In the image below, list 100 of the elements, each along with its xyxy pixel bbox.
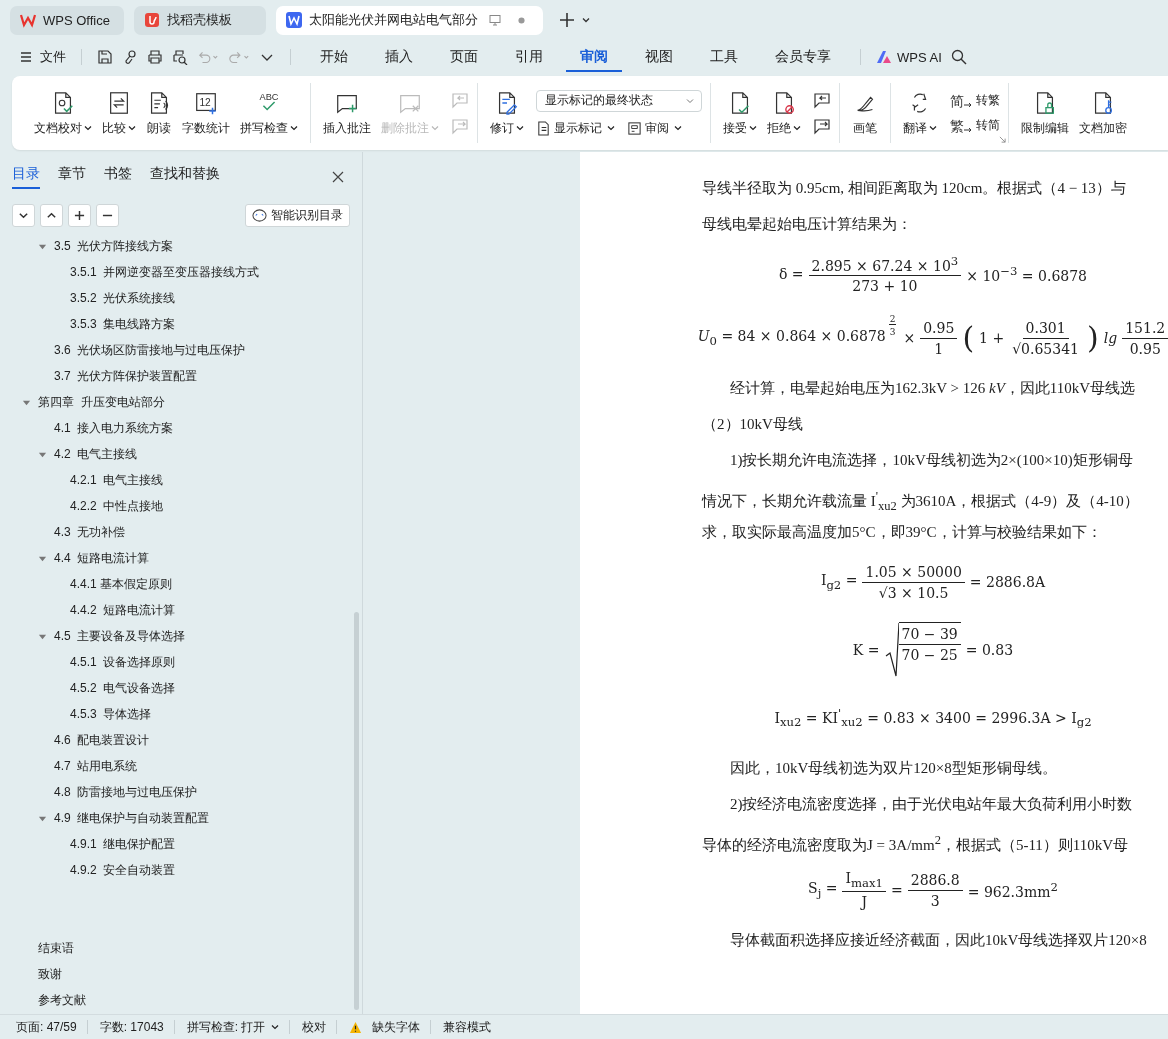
toc-item[interactable]: 4.7 站用电系统 [54, 757, 138, 775]
ribbon-button[interactable]: 翻译 [899, 89, 941, 137]
math-text: = [891, 882, 903, 898]
toc-item[interactable]: 4.3 无功补偿 [54, 523, 126, 541]
toc-item[interactable]: 4.9 继电保护与自动装置配置 [54, 809, 210, 827]
ribbon-tab[interactable]: 开始 [306, 42, 362, 72]
toc-item[interactable]: 3.6 光伏场区防雷接地与过电压保护 [54, 341, 246, 359]
dialog-launcher-icon[interactable] [999, 136, 1006, 143]
sidebar-tab[interactable]: 目录 [12, 165, 40, 189]
ribbon-button[interactable]: 繁 转简 [949, 117, 1000, 134]
toc-item[interactable]: 4.9.2 安全自动装置 [70, 861, 176, 879]
ribbon-button[interactable]: 审阅 [627, 119, 682, 137]
ribbon-button[interactable]: 显示标记 [536, 119, 615, 137]
math-fraction: I$_{max1}$ J [842, 869, 886, 911]
status-item[interactable]: 拼写检查: 打开 [186, 1018, 290, 1036]
toc-item[interactable]: 4.4.2 短路电流计算 [70, 601, 176, 619]
ribbon-tab[interactable]: 审阅 [566, 42, 622, 72]
comment-arrow-left-icon[interactable] [813, 91, 831, 109]
ribbon-tab[interactable]: 插入 [371, 42, 427, 72]
paragraph: 母线电晕起始电压计算结果为： [702, 215, 913, 234]
ribbon-button[interactable]: 文档校对 [30, 89, 96, 137]
status-item[interactable]: 缺失字体 [349, 1018, 431, 1036]
comment-arrow-right-icon[interactable] [813, 117, 831, 135]
ribbon-tab[interactable]: 引用 [501, 42, 557, 72]
toc-item[interactable]: 参考文献 [38, 991, 86, 1009]
expand-button[interactable] [12, 204, 35, 227]
status-item[interactable]: 校对 [302, 1018, 337, 1036]
toc-item[interactable]: 4.6 配电装置设计 [54, 731, 150, 749]
close-icon[interactable] [332, 171, 344, 183]
toc-item[interactable]: 3.5.1 并网逆变器至变压器接线方式 [70, 263, 260, 281]
ai-button[interactable]: WPS AI [876, 49, 942, 65]
caret-icon [749, 124, 757, 132]
toc-item[interactable]: 第四章 升压变电站部分 [38, 393, 165, 411]
ribbon-tab[interactable]: 页面 [436, 42, 492, 72]
toc-item[interactable]: 结束语 [38, 939, 74, 957]
file-menu-button[interactable]: 文件 [18, 48, 66, 66]
toc-item[interactable]: 4.5.1 设备选择原则 [70, 653, 176, 671]
ribbon-button[interactable]: ABC 拼写检查 [236, 89, 302, 137]
toc-item[interactable]: 4.5.3 导体选择 [70, 705, 152, 723]
toc-item[interactable]: 4.2.1 电气主接线 [70, 471, 164, 489]
ribbon-tab[interactable]: 工具 [696, 42, 752, 72]
ribbon-button[interactable]: 文档加密 [1075, 89, 1131, 137]
chevron-down-icon[interactable] [581, 15, 591, 25]
ribbon-button[interactable]: 插入批注 [319, 89, 375, 137]
sidebar-tab[interactable]: 书签 [104, 165, 132, 189]
status-item[interactable]: 页面: 47/59 [16, 1018, 87, 1036]
search-icon[interactable] [950, 49, 967, 65]
math-text: U$_{0}$ = 84 × 0.864 × 0.6878 [697, 328, 886, 348]
print-icon[interactable] [147, 49, 163, 65]
toc-item[interactable]: 4.5.2 电气设备选择 [70, 679, 176, 697]
ribbon-tab[interactable]: 会员专享 [761, 42, 845, 72]
document-markup-icon [536, 120, 551, 136]
toc-item[interactable]: 4.2.2 中性点接地 [70, 497, 164, 515]
toc-item[interactable]: 3.5 光伏方阵接线方案 [54, 237, 174, 255]
sidebar-tab[interactable]: 查找和替换 [150, 165, 220, 189]
collapse-button[interactable] [40, 204, 63, 227]
link-icon[interactable] [122, 49, 138, 65]
save-icon[interactable] [97, 49, 113, 65]
chevron-up-icon [46, 210, 57, 221]
toc-item[interactable]: 4.1 接入电力系统方案 [54, 419, 174, 437]
plus-icon[interactable] [559, 12, 575, 28]
status-item[interactable]: 兼容模式 [443, 1018, 502, 1036]
math-fraction: 2.895 × 67.24 × 10$^{3}$ 273 + 10 [808, 253, 962, 295]
toc-item[interactable]: 4.2 电气主接线 [54, 445, 138, 463]
toc-item[interactable]: 4.9.1 继电保护配置 [70, 835, 176, 853]
toc-item[interactable]: 4.4 短路电流计算 [54, 549, 150, 567]
toc-item[interactable]: 致谢 [38, 965, 62, 983]
ribbon-button[interactable]: 朗读 [142, 89, 176, 137]
paragraph: 导体截面积选择应接近经济截面，因此10kV母线选择双片120×8 [729, 931, 1148, 950]
ribbon-button[interactable]: 限制编辑 [1017, 89, 1073, 137]
ribbon-button[interactable]: 简 转繁 [949, 92, 1000, 109]
ribbon-button[interactable]: 接受 [719, 89, 761, 137]
app-tab[interactable]: 找稻壳模板 [134, 5, 266, 35]
review-pane-icon [627, 120, 642, 136]
app-tab[interactable]: WPS Office [10, 5, 124, 35]
ribbon-button[interactable]: 拒绝 [763, 89, 805, 137]
toc-item[interactable]: 3.7 光伏方阵保护装置配置 [54, 367, 198, 385]
ribbon-button[interactable]: 画笔 [848, 89, 882, 137]
smart-toc-button[interactable]: 智能识别目录 [245, 204, 350, 227]
plus-icon [74, 210, 85, 221]
toc-item[interactable]: 4.8 防雷接地与过电压保护 [54, 783, 198, 801]
toc-item[interactable]: 4.5 主要设备及导体选择 [54, 627, 186, 645]
toc-item[interactable]: 3.5.2 光伏系统接线 [70, 289, 176, 307]
status-item[interactable]: 字数: 17043 [99, 1018, 174, 1036]
toc-item[interactable]: 3.5.3 集电线路方案 [70, 315, 176, 333]
ribbon-button[interactable]: 比较 [98, 89, 140, 137]
math-text: lg [1103, 330, 1118, 346]
ribbon-button[interactable]: 12 字数统计 [178, 89, 234, 137]
print-preview-icon[interactable] [172, 49, 188, 65]
toc-item[interactable]: 4.4.1 基本假定原则 [70, 575, 173, 593]
app-tab[interactable]: 太阳能光伏并网电站电气部分 [276, 5, 543, 35]
math-fraction: 2 3 [887, 314, 898, 337]
markup-dropdown[interactable]: 显示标记的最终状态 [536, 89, 702, 112]
math-text: S$_{j}$ = [808, 880, 838, 900]
ribbon-button[interactable]: 修订 [486, 89, 528, 137]
scrollbar-thumb[interactable] [354, 612, 359, 1010]
square-root-fraction: 70 − 39 70 − 25 [884, 622, 961, 678]
add-heading-button[interactable] [68, 204, 91, 227]
ribbon-tab[interactable]: 视图 [631, 42, 687, 72]
sidebar-tab[interactable]: 章节 [58, 165, 86, 189]
